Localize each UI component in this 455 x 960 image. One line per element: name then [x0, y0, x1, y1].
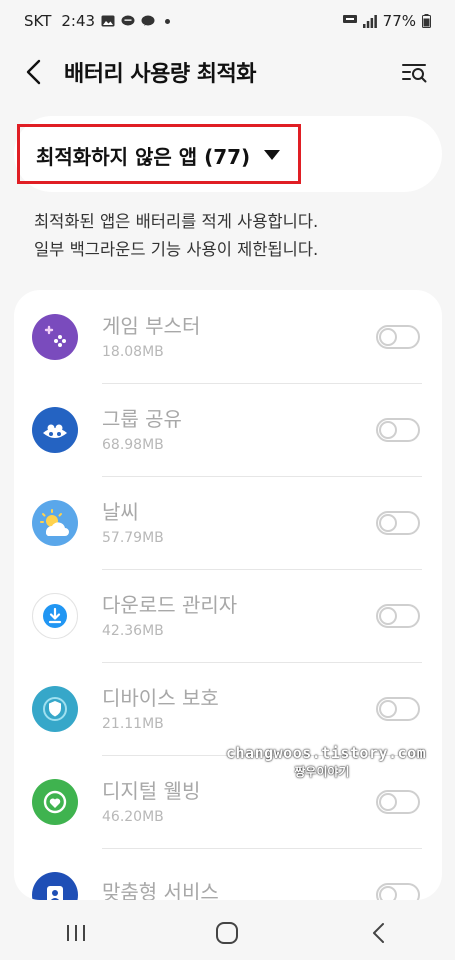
app-name: 날씨	[102, 499, 139, 524]
app-texts: 디지털 웰빙 46.20MB	[102, 779, 376, 825]
optimize-toggle[interactable]	[376, 510, 420, 535]
status-bar: SKT 2:43 77%	[0, 0, 455, 42]
notification-dot	[165, 18, 171, 24]
game-booster-icon	[32, 313, 78, 360]
system-back-button[interactable]	[349, 911, 409, 955]
download-manager-icon	[32, 592, 78, 639]
clock: 2:43	[61, 12, 96, 30]
app-size: 57.79MB	[102, 529, 164, 546]
status-left: SKT 2:43	[24, 12, 171, 30]
optimize-toggle[interactable]	[376, 417, 420, 442]
app-texts: 날씨 57.79MB	[102, 500, 376, 546]
recents-button[interactable]	[46, 911, 106, 955]
recents-icon	[66, 924, 85, 941]
description-line-2: 일부 백그라운드 기능 사용이 제한됩니다.	[34, 240, 319, 259]
optimize-toggle[interactable]	[376, 603, 420, 628]
app-row-weather[interactable]: 날씨 57.79MB	[14, 476, 442, 569]
5g-icon	[342, 15, 357, 23]
filter-dropdown[interactable]: 최적화하지 않은 앱 (77)	[36, 138, 281, 172]
app-list: 게임 부스터 18.08MB 그룹 공유 68.98MB 날씨 57.79MB	[14, 290, 442, 900]
row-divider	[102, 383, 422, 384]
carrier-label: SKT	[24, 12, 52, 30]
filter-label: 최적화하지 않은 앱 (77)	[36, 144, 251, 169]
group-share-icon	[32, 406, 78, 453]
home-icon	[216, 921, 239, 944]
search-button[interactable]	[395, 52, 435, 92]
page-title: 배터리 사용량 최적화	[64, 62, 256, 87]
battery-icon	[422, 14, 431, 28]
toggle-knob	[379, 420, 397, 439]
app-row-personalized-service[interactable]: 맞춤형 서비스	[14, 848, 442, 900]
optimize-toggle[interactable]	[376, 324, 420, 349]
navigation-bar	[0, 905, 455, 960]
app-row-download-manager[interactable]: 다운로드 관리자 42.36MB	[14, 569, 442, 662]
app-texts: 게임 부스터 18.08MB	[102, 314, 376, 360]
home-button[interactable]	[197, 911, 257, 955]
search-list-icon	[402, 64, 427, 83]
app-size: 21.11MB	[102, 715, 164, 732]
app-size: 68.98MB	[102, 436, 164, 453]
watermark-url: changwoos.tistory.com	[226, 744, 427, 762]
toggle-knob	[379, 513, 397, 532]
watermark: changwoos.tistory.com 짱우이야기	[226, 744, 427, 780]
app-name: 다운로드 관리자	[102, 592, 238, 617]
app-name: 그룹 공유	[102, 406, 182, 431]
optimize-toggle[interactable]	[376, 882, 420, 900]
back-icon	[373, 922, 385, 943]
optimize-toggle[interactable]	[376, 696, 420, 721]
battery-percent: 77%	[382, 12, 416, 30]
toggle-knob	[379, 792, 397, 811]
row-divider	[102, 569, 422, 570]
chevron-left-icon	[26, 59, 41, 85]
device-protection-icon	[32, 685, 78, 732]
app-size: 42.36MB	[102, 622, 164, 639]
app-texts: 다운로드 관리자 42.36MB	[102, 593, 376, 639]
toggle-knob	[379, 699, 397, 718]
watermark-name: 짱우이야기	[294, 765, 350, 779]
toggle-knob	[379, 327, 397, 346]
toggle-knob	[379, 885, 397, 900]
app-name: 디지털 웰빙	[102, 778, 201, 803]
app-size: 46.20MB	[102, 808, 164, 825]
app-row-device-protection[interactable]: 디바이스 보호 21.11MB	[14, 662, 442, 755]
app-name: 게임 부스터	[102, 313, 201, 338]
talk-icon	[141, 15, 155, 26]
personalized-service-icon	[32, 871, 78, 900]
app-row-game-booster[interactable]: 게임 부스터 18.08MB	[14, 290, 442, 383]
app-texts: 그룹 공유 68.98MB	[102, 407, 376, 453]
back-button[interactable]	[14, 52, 54, 92]
description: 최적화된 앱은 배터리를 적게 사용합니다. 일부 백그라운드 기능 사용이 제…	[34, 208, 434, 264]
caret-down-icon	[264, 150, 281, 160]
app-name: 맞춤형 서비스	[102, 879, 219, 901]
row-divider	[102, 476, 422, 477]
app-row-group-share[interactable]: 그룹 공유 68.98MB	[14, 383, 442, 476]
digital-wellbeing-icon	[32, 778, 78, 825]
optimize-toggle[interactable]	[376, 789, 420, 814]
app-texts: 맞춤형 서비스	[102, 880, 376, 901]
app-size: 18.08MB	[102, 343, 164, 360]
signal-icon	[362, 14, 377, 28]
toggle-knob	[379, 606, 397, 625]
app-name: 디바이스 보호	[102, 685, 219, 710]
image-icon	[101, 15, 115, 27]
app-bar: 배터리 사용량 최적화	[0, 44, 455, 100]
chat-icon	[121, 15, 135, 26]
app-texts: 디바이스 보호 21.11MB	[102, 686, 376, 732]
row-divider	[102, 848, 422, 849]
row-divider	[102, 662, 422, 663]
weather-icon	[32, 499, 78, 546]
status-right: 77%	[342, 12, 431, 30]
description-line-1: 최적화된 앱은 배터리를 적게 사용합니다.	[34, 212, 319, 231]
